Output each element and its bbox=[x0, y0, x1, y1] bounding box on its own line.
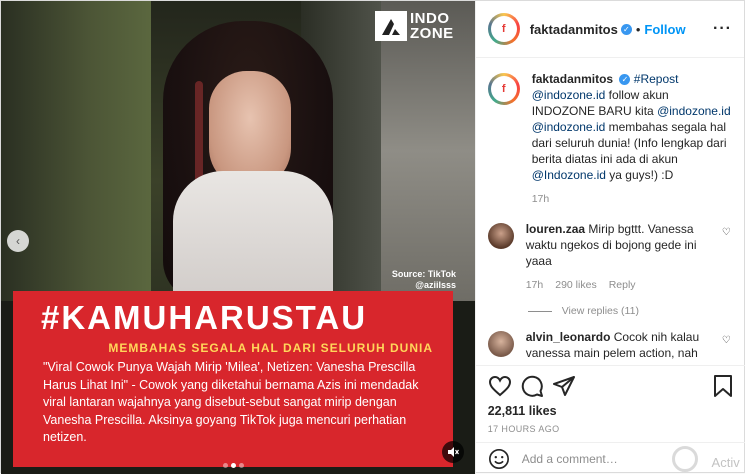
comment-item: louren.zaa Mirip bgttt. Vanessa waktu ng… bbox=[487, 221, 734, 293]
post-timestamp: 17 HOURS AGO bbox=[487, 424, 560, 434]
caption-time: 17h bbox=[531, 193, 550, 205]
indozone-logo-mark bbox=[375, 11, 407, 41]
caption-text-part: ya guys!) :D bbox=[605, 168, 674, 182]
activation-watermark: Activ bbox=[711, 455, 740, 470]
post-actions: 22,811 likes 17 HOURS AGO bbox=[475, 365, 745, 434]
indozone-logo-text: INDO ZONE bbox=[410, 10, 454, 42]
source-credit-line2: @aziilsss bbox=[415, 280, 456, 290]
source-credit-line1: Source: TikTok bbox=[391, 269, 456, 279]
heart-icon[interactable] bbox=[488, 374, 512, 398]
caption-meta: 17h bbox=[532, 191, 734, 207]
faktadanmitos-avatar-icon: f bbox=[490, 76, 517, 102]
background-door bbox=[381, 1, 475, 301]
comment-time: 17h bbox=[525, 279, 544, 291]
share-icon[interactable] bbox=[552, 374, 576, 398]
verified-icon: ✓ bbox=[619, 74, 631, 86]
previous-slide-button[interactable]: ‹ bbox=[7, 230, 29, 252]
view-replies-button[interactable]: View replies (11) bbox=[527, 305, 734, 317]
instagram-post: INDO ZONE Source: TikTok @aziilsss #KAMU… bbox=[0, 0, 745, 474]
header-separator: • bbox=[635, 21, 641, 37]
caption: f faktadanmitos ✓ #Repost @indozone.id f… bbox=[487, 71, 734, 207]
source-credit: Source: TikTok @aziilsss bbox=[381, 269, 456, 291]
comments-list[interactable]: f faktadanmitos ✓ #Repost @indozone.id f… bbox=[476, 59, 745, 365]
reply-button[interactable]: Reply bbox=[609, 277, 636, 293]
headline-panel: #KAMUHARUSTAU MEMBAHAS SEGALA HAL DARI S… bbox=[13, 291, 453, 467]
comment-meta: 17h 290 likes Reply bbox=[526, 277, 716, 293]
carousel-dot bbox=[223, 463, 228, 468]
headline-subtitle: MEMBAHAS SEGALA HAL DARI SELURUH DUNIA bbox=[108, 341, 433, 355]
add-comment-bar: Add a comment… Activ bbox=[475, 442, 745, 474]
avatar[interactable] bbox=[487, 331, 514, 357]
news-excerpt: "Viral Cowok Punya Wajah Mirip 'Milea', … bbox=[43, 360, 419, 444]
replies-divider bbox=[527, 310, 552, 312]
caption-mention[interactable]: @Indozone.id bbox=[532, 168, 606, 182]
verified-icon: ✓ bbox=[620, 23, 632, 35]
heart-icon[interactable]: ♡ bbox=[722, 227, 734, 238]
caption-mention[interactable]: @indozone.id bbox=[532, 88, 606, 102]
post-header: f faktadanmitos ✓ • Follow ··· bbox=[475, 1, 744, 58]
comment-username[interactable]: louren.zaa bbox=[526, 222, 585, 236]
comment-item: alvin_leonardo Cocok nih kalau vanessa m… bbox=[487, 329, 734, 361]
carousel-dot bbox=[239, 463, 244, 468]
comment-likes[interactable]: 290 likes bbox=[555, 277, 596, 293]
indozone-logo: INDO ZONE bbox=[375, 11, 454, 41]
bookmark-icon[interactable] bbox=[712, 374, 734, 398]
comment-username[interactable]: alvin_leonardo bbox=[526, 330, 611, 344]
comment-text: louren.zaa Mirip bgttt. Vanessa waktu ng… bbox=[526, 221, 716, 293]
view-replies-label: View replies (11) bbox=[561, 305, 639, 317]
post-media[interactable]: INDO ZONE Source: TikTok @aziilsss #KAMU… bbox=[1, 1, 475, 474]
person-shirt bbox=[173, 171, 333, 311]
mute-button[interactable] bbox=[442, 441, 464, 463]
avatar[interactable]: f bbox=[487, 13, 520, 45]
headline-hashtag: #KAMUHARUSTAU bbox=[41, 299, 368, 336]
background-wall-left bbox=[1, 1, 161, 301]
more-options-button[interactable]: ··· bbox=[713, 20, 732, 38]
chevron-left-icon: ‹ bbox=[16, 234, 20, 248]
mute-icon bbox=[448, 447, 459, 457]
avatar[interactable] bbox=[487, 223, 514, 249]
watermark-shape bbox=[671, 446, 698, 472]
carousel-indicator bbox=[223, 463, 244, 468]
comment-input[interactable]: Add a comment… bbox=[522, 452, 734, 466]
follow-button[interactable]: Follow bbox=[644, 22, 685, 37]
comment-text: alvin_leonardo Cocok nih kalau vanessa m… bbox=[526, 329, 716, 361]
caption-username[interactable]: faktadanmitos bbox=[532, 72, 613, 86]
caption-repost-tag[interactable]: #Repost bbox=[634, 72, 679, 86]
person-photo bbox=[151, 21, 351, 311]
caption-text: faktadanmitos ✓ #Repost @indozone.id fol… bbox=[532, 71, 734, 207]
comment-icon[interactable] bbox=[520, 374, 544, 398]
carousel-dot-active bbox=[231, 463, 236, 468]
header-username[interactable]: faktadanmitos bbox=[530, 22, 618, 37]
avatar[interactable]: f bbox=[487, 73, 520, 105]
post-side-panel: f faktadanmitos ✓ • Follow ··· f faktada… bbox=[474, 1, 745, 474]
heart-icon[interactable]: ♡ bbox=[722, 335, 734, 346]
caption-mention[interactable]: @indozone.id bbox=[532, 120, 606, 134]
caption-mention[interactable]: @indozone.id bbox=[657, 104, 731, 118]
action-icons bbox=[488, 372, 734, 400]
emoji-icon[interactable] bbox=[488, 448, 510, 470]
faktadanmitos-avatar-icon: f bbox=[490, 16, 517, 42]
likes-count[interactable]: 22,811 likes bbox=[488, 404, 734, 418]
